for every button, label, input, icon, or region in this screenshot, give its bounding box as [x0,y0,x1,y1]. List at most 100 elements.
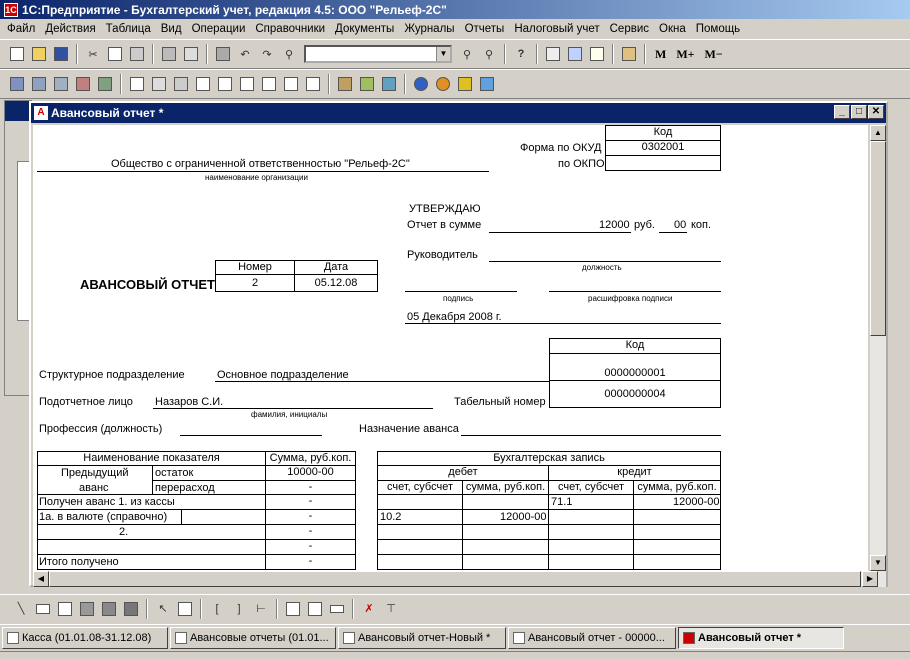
horizontal-scrollbar[interactable]: ◀ ▶ [33,571,886,587]
find-next-icon[interactable]: ⚲ [457,44,477,64]
rt-r3-debit-sum[interactable] [462,524,549,540]
ole-tool-icon[interactable] [99,599,119,619]
operations-journal-icon[interactable] [29,74,49,94]
report-account-icon[interactable] [193,74,213,94]
rt-r4-debit-acc[interactable] [377,539,463,555]
rt-r3-credit-sum[interactable] [633,524,721,540]
align-icon[interactable]: ⊢ [251,599,271,619]
tool-b-icon[interactable] [357,74,377,94]
rt-r5-debit-acc[interactable] [377,554,463,570]
menu-windows[interactable]: Окна [654,23,691,35]
rt-r5-debit-sum[interactable] [462,554,549,570]
text-tool-icon[interactable] [55,599,75,619]
info-icon[interactable] [477,74,497,94]
grid-icon[interactable] [283,599,303,619]
rt-r3-debit-acc[interactable] [377,524,463,540]
print-preview-icon[interactable] [181,44,201,64]
cell-format-icon[interactable] [175,599,195,619]
settings-icon[interactable] [95,74,115,94]
find-prev-icon[interactable]: ⚲ [479,44,499,64]
rt-r2-credit-acc[interactable] [548,509,634,525]
messages-icon[interactable] [587,44,607,64]
report-chess-icon[interactable] [149,74,169,94]
menu-table[interactable]: Таблица [101,23,156,35]
close-button[interactable]: ✕ [868,105,884,119]
paste-icon[interactable] [127,44,147,64]
task-advance-report-new[interactable]: Авансовый отчет-Новый * [338,626,506,649]
find-icon[interactable]: ⚲ [279,44,299,64]
tool-c-icon[interactable] [379,74,399,94]
memory-button[interactable]: М [650,47,671,62]
rt-r4-credit-sum[interactable] [633,539,721,555]
rt-r5-credit-acc[interactable] [548,554,634,570]
chart-tool-icon[interactable] [121,599,141,619]
new-document-icon[interactable] [7,44,27,64]
chart-of-accounts-icon[interactable] [7,74,27,94]
rectangle-tool-icon[interactable] [33,599,53,619]
entries-journal-icon[interactable] [51,74,71,94]
redo-icon[interactable]: ↷ [257,44,277,64]
memory-minus-button[interactable]: М− [700,47,728,62]
menu-view[interactable]: Вид [156,23,187,35]
bracket-left-icon[interactable]: [ [207,599,227,619]
book-icon[interactable] [619,44,639,64]
chevron-down-icon[interactable]: ▼ [436,47,450,61]
news-icon[interactable] [455,74,475,94]
help-icon[interactable]: ? [511,44,531,64]
copy-icon[interactable] [105,44,125,64]
save-icon[interactable] [51,44,71,64]
update-icon[interactable] [433,74,453,94]
rt-r4-credit-acc[interactable] [548,539,634,555]
rt-r2-credit-sum[interactable] [633,509,721,525]
task-cash[interactable]: Касса (01.01.08-31.12.08) [2,626,168,649]
tool-a-icon[interactable] [335,74,355,94]
menu-actions[interactable]: Действия [40,23,100,35]
vertical-scrollbar[interactable]: ▲ ▼ [870,125,886,571]
protect-icon[interactable]: ✗ [359,599,379,619]
ruler-icon[interactable] [327,599,347,619]
calc-icon[interactable] [213,44,233,64]
undo-icon[interactable]: ↶ [235,44,255,64]
report-turnover-icon[interactable] [215,74,235,94]
internet-icon[interactable] [411,74,431,94]
menu-help[interactable]: Помощь [691,23,745,35]
menu-service[interactable]: Сервис [605,23,654,35]
scroll-right-icon[interactable]: ▶ [862,571,878,587]
menu-tax[interactable]: Налоговый учет [509,23,604,35]
menu-operations[interactable]: Операции [187,23,251,35]
rt-r3-credit-acc[interactable] [548,524,634,540]
menu-journals[interactable]: Журналы [399,23,459,35]
menu-documents[interactable]: Документы [330,23,399,35]
horizontal-scroll-thumb[interactable] [49,571,861,587]
report-balance-icon[interactable] [127,74,147,94]
lt-row1a-currency-cell[interactable] [181,509,266,525]
bracket-right-icon[interactable]: ] [229,599,249,619]
okpo-value[interactable] [605,155,721,171]
print-icon[interactable] [159,44,179,64]
report-analysis-icon[interactable] [237,74,257,94]
menu-catalogs[interactable]: Справочники [250,23,330,35]
search-combo[interactable]: ▼ [304,45,452,63]
background-window[interactable] [4,100,32,396]
report-chart-icon[interactable] [303,74,323,94]
minimize-button[interactable]: _ [834,105,850,119]
task-advance-reports[interactable]: Авансовые отчеты (01.01... [170,626,336,649]
menu-reports[interactable]: Отчеты [460,23,510,35]
report-sheet[interactable]: Код Форма по ОКУД 0302001 по ОКПО Общест… [33,125,868,571]
scroll-down-icon[interactable]: ▼ [870,555,886,571]
calculator-icon[interactable] [543,44,563,64]
report-card-icon[interactable] [259,74,279,94]
rt-r4-debit-sum[interactable] [462,539,549,555]
pointer-icon[interactable]: ↖ [153,599,173,619]
calendar-icon[interactable] [565,44,585,64]
task-advance-report-current[interactable]: Авансовый отчет * [678,626,844,649]
memory-plus-button[interactable]: М+ [671,47,699,62]
split-icon[interactable]: ⊤ [381,599,401,619]
rt-r1-debit-acc[interactable] [377,494,463,510]
picture-tool-icon[interactable] [77,599,97,619]
open-folder-icon[interactable] [29,44,49,64]
headers-icon[interactable] [305,599,325,619]
scroll-left-icon[interactable]: ◀ [33,571,49,587]
scroll-up-icon[interactable]: ▲ [870,125,886,141]
cut-icon[interactable]: ✂ [83,44,103,64]
